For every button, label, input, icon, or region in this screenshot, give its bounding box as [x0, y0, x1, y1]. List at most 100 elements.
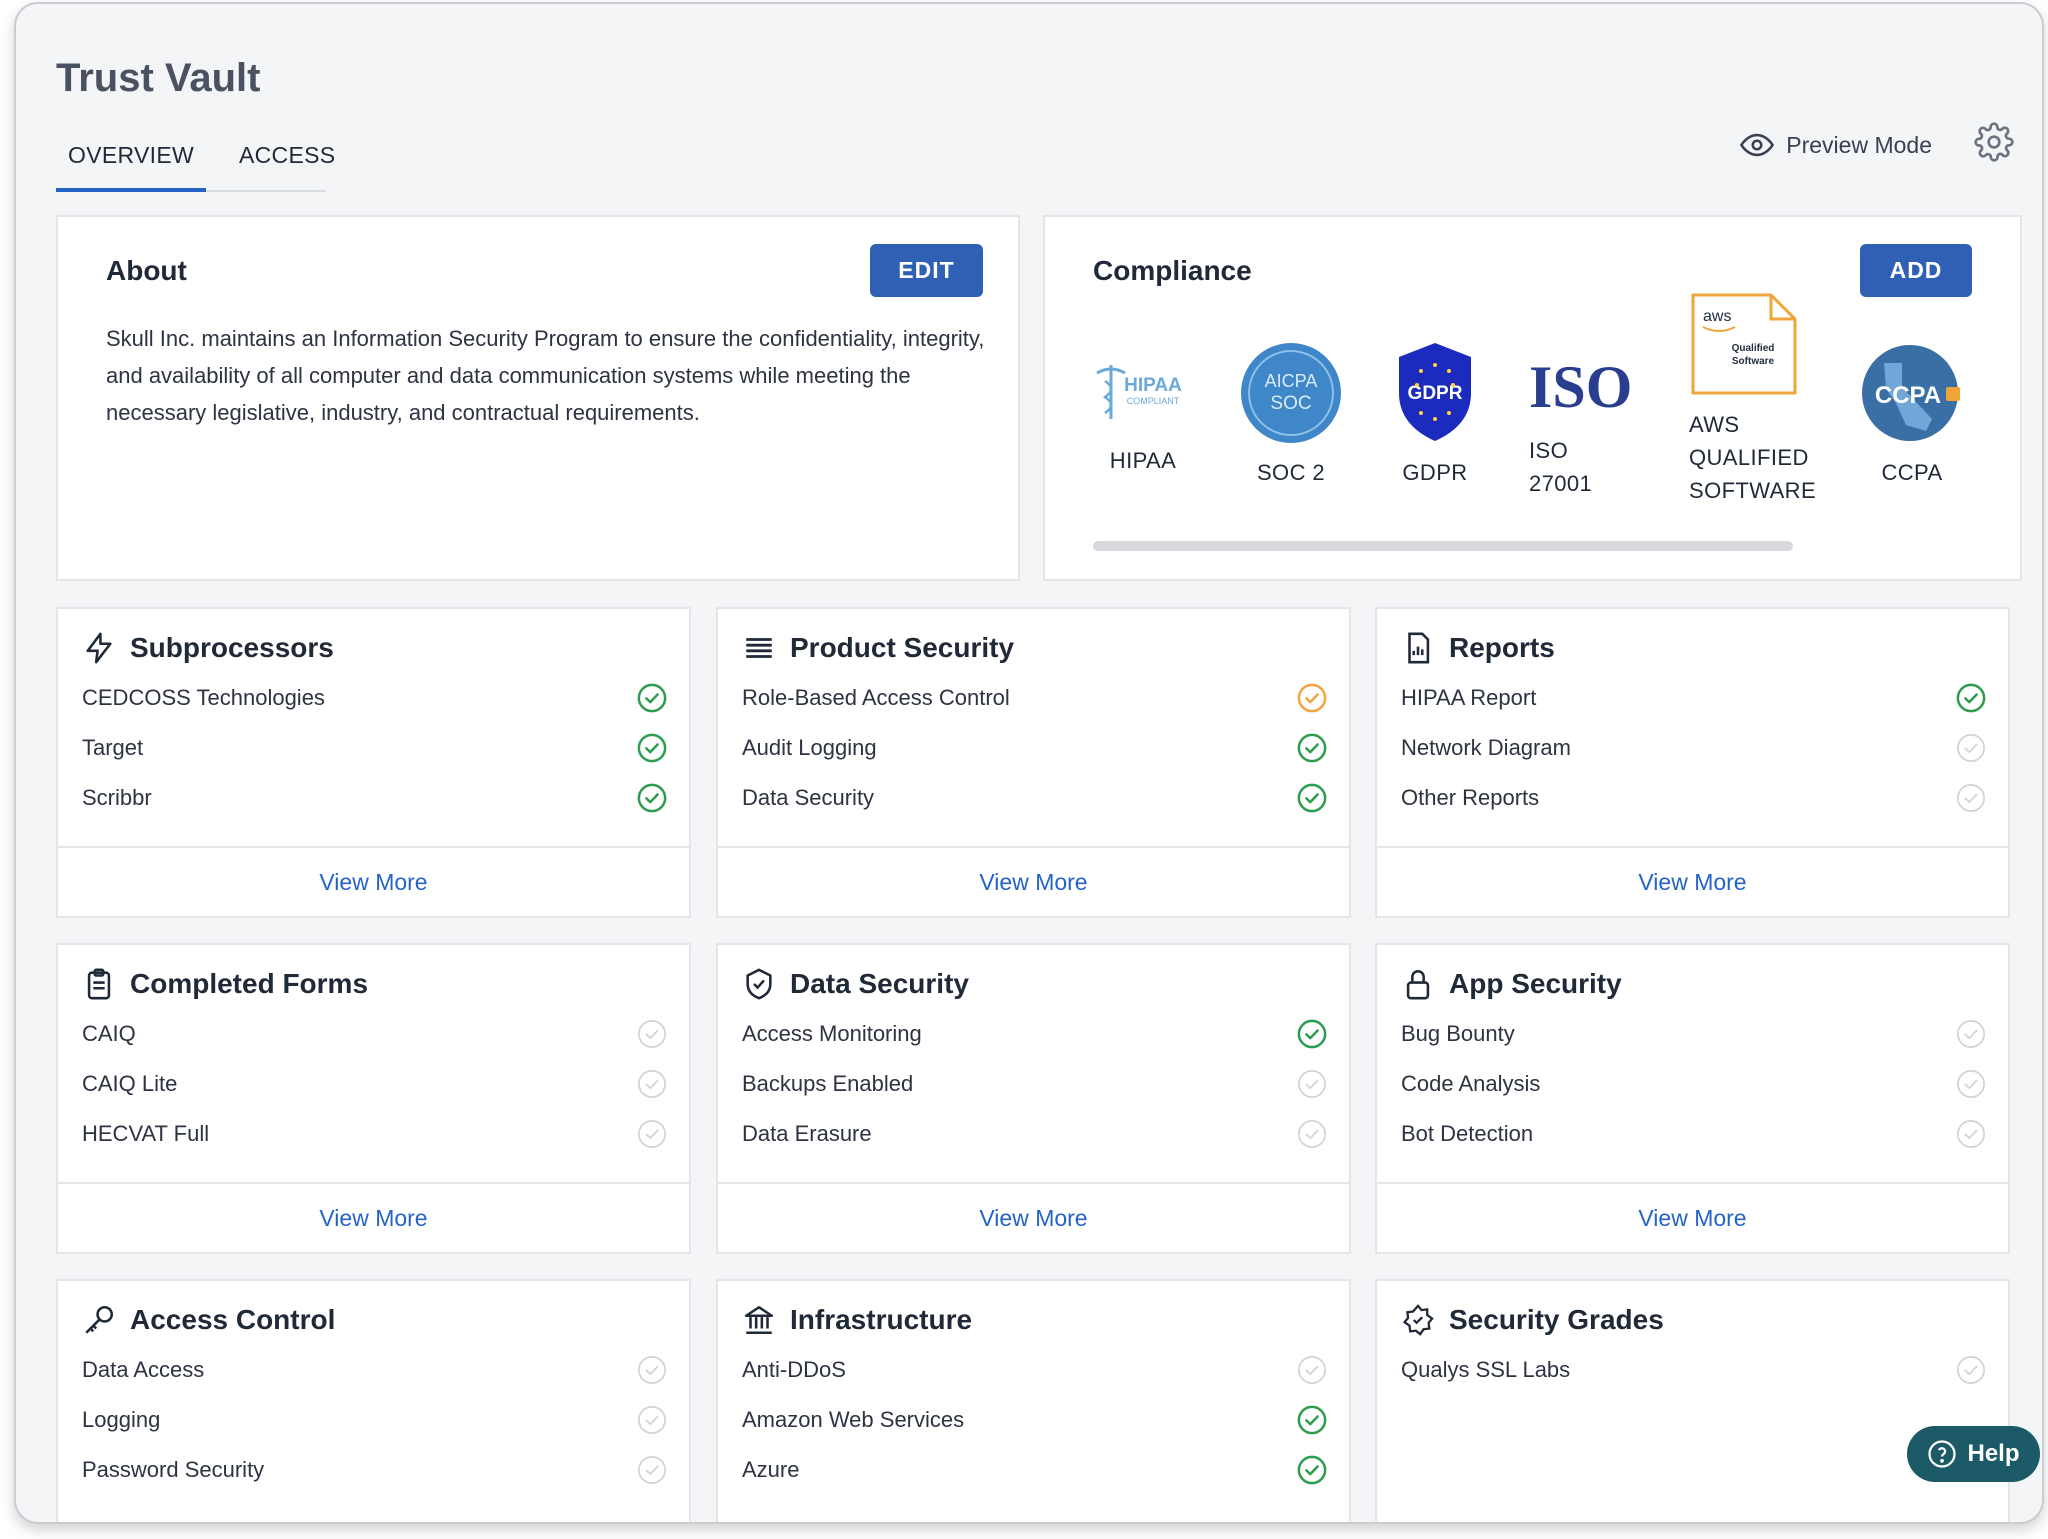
list-item[interactable]: Logging — [82, 1400, 667, 1440]
list-item[interactable]: Data Access — [82, 1350, 667, 1390]
edit-button[interactable]: EDIT — [870, 244, 983, 297]
status-check-icon — [638, 1456, 666, 1484]
list-item-label: Bot Detection — [1401, 1121, 1534, 1146]
section-header: Infrastructure — [742, 1303, 972, 1337]
section-card-infrastructure: Infrastructure Anti-DDoS Amazon Web Servic… — [716, 1279, 1351, 1522]
tab-access[interactable]: ACCESS — [239, 142, 335, 169]
status-check-icon — [638, 1356, 666, 1384]
clipboard-icon — [87, 968, 111, 1000]
trust-vault-window: Trust Vault OVERVIEW ACCESS Preview Mode… — [14, 2, 2044, 1524]
list-item-label: CAIQ Lite — [82, 1071, 178, 1096]
list-item-label: Data Security — [742, 785, 875, 810]
view-more-link[interactable]: View More — [979, 1205, 1087, 1232]
section-footer: View More — [58, 1182, 689, 1252]
list-item[interactable]: Network Diagram — [1401, 728, 1986, 768]
section-title: Data Security — [790, 968, 969, 999]
badge-label: CCPA — [1881, 460, 1943, 485]
report-icon — [1408, 632, 1430, 664]
help-button[interactable]: Help — [1907, 1426, 2040, 1482]
badge-aws[interactable]: aws Qualified Software AWS QUALIFIED SOF… — [1689, 291, 1829, 507]
view-more-link[interactable]: View More — [319, 869, 427, 896]
badge-label: HIPAA — [1109, 448, 1177, 473]
list-item[interactable]: Amazon Web Services — [742, 1400, 1327, 1440]
svg-text:ISO: ISO — [1529, 354, 1632, 417]
list-item[interactable]: Data Security — [742, 778, 1327, 818]
gdpr-shield-logo: GDPR — [1399, 343, 1471, 441]
list-item[interactable]: Code Analysis — [1401, 1064, 1986, 1104]
list-item[interactable]: CAIQ — [82, 1014, 667, 1054]
list-item-label: Amazon Web Services — [742, 1407, 965, 1432]
status-check-icon — [638, 1070, 666, 1098]
status-check-icon — [1298, 1356, 1326, 1384]
list-item[interactable]: Qualys SSL Labs — [1401, 1350, 1986, 1390]
list-item[interactable]: Target — [82, 728, 667, 768]
badges-scrollbar[interactable] — [1093, 541, 1793, 551]
list-item[interactable]: Role-Based Access Control — [742, 678, 1327, 718]
badge-label: GDPR — [1402, 460, 1468, 485]
badge-label: AWS QUALIFIED SOFTWARE — [1689, 412, 1817, 503]
add-button[interactable]: ADD — [1860, 244, 1972, 297]
preview-mode-toggle[interactable]: Preview Mode — [1740, 128, 1932, 162]
list-item[interactable]: Other Reports — [1401, 778, 1986, 818]
list-item[interactable]: Audit Logging — [742, 728, 1327, 768]
section-title: Infrastructure — [790, 1304, 973, 1335]
list-item[interactable]: Data Erasure — [742, 1114, 1327, 1154]
badge-hipaa[interactable]: HIPAA COMPLIANT HIPAA — [1091, 357, 1195, 477]
status-check-icon — [1956, 683, 1986, 713]
status-check-icon — [1297, 1405, 1327, 1435]
status-check-icon — [638, 1020, 666, 1048]
list-item[interactable]: CAIQ Lite — [82, 1064, 667, 1104]
list-item-label: Network Diagram — [1401, 735, 1571, 760]
gear-icon[interactable] — [1974, 122, 2014, 162]
status-check-icon — [637, 733, 667, 763]
status-check-icon — [1297, 683, 1327, 713]
list-item[interactable]: Anti-DDoS — [742, 1350, 1327, 1390]
list-item[interactable]: HIPAA Report — [1401, 678, 1986, 718]
list-item-label: Azure — [742, 1457, 800, 1482]
section-title: Reports — [1449, 632, 1555, 663]
section-title: Access Control — [130, 1304, 336, 1335]
list-item[interactable]: Backups Enabled — [742, 1064, 1327, 1104]
status-check-icon — [637, 683, 667, 713]
list-item-label: Anti-DDoS — [742, 1357, 846, 1382]
list-item[interactable]: Password Security — [82, 1450, 667, 1490]
help-icon — [1928, 1440, 1957, 1468]
list-item[interactable]: Bug Bounty — [1401, 1014, 1986, 1054]
status-check-icon — [638, 1120, 666, 1148]
compliance-badges: HIPAA COMPLIANT HIPAA AICPA SOC SOC 2 GD… — [1091, 293, 1991, 557]
list-item[interactable]: Azure — [742, 1450, 1327, 1490]
view-more-link[interactable]: View More — [1638, 869, 1746, 896]
section-footer: View More — [718, 846, 1349, 916]
badge-iso[interactable]: ISO ISO 27001 — [1529, 353, 1639, 500]
view-more-link[interactable]: View More — [1638, 1205, 1746, 1232]
tab-bar: OVERVIEW ACCESS — [56, 134, 335, 192]
list-item[interactable]: Scribbr — [82, 778, 667, 818]
list-item[interactable]: HECVAT Full — [82, 1114, 667, 1154]
svg-text:Software: Software — [1732, 356, 1775, 367]
list-item-label: Other Reports — [1401, 785, 1540, 810]
list-item[interactable]: CEDCOSS Technologies — [82, 678, 667, 718]
list-item[interactable]: Access Monitoring — [742, 1014, 1327, 1054]
view-more-link[interactable]: View More — [979, 869, 1087, 896]
list-item-label: Bug Bounty — [1401, 1021, 1515, 1046]
section-header: Subprocessors — [82, 631, 334, 665]
section-header: Security Grades — [1401, 1303, 1664, 1337]
section-card-app-security: App Security Bug Bounty Code Analysis Bot D… — [1375, 943, 2010, 1254]
about-card: About EDIT Skull Inc. maintains an Infor… — [56, 215, 1020, 581]
badge-ccpa[interactable]: CCPA CCPA — [1857, 343, 1967, 489]
list-item-label: Backups Enabled — [742, 1071, 914, 1096]
aws-qualified-logo: aws Qualified Software — [1691, 293, 1797, 395]
list-item-label: CEDCOSS Technologies — [82, 685, 325, 710]
tab-overview[interactable]: OVERVIEW — [56, 142, 206, 192]
status-check-icon — [638, 1406, 666, 1434]
badge-gdpr[interactable]: GDPR GDPR — [1385, 341, 1485, 489]
status-check-icon — [1957, 1070, 1985, 1098]
list-item-label: Target — [82, 735, 144, 760]
badge-soc2[interactable]: AICPA SOC SOC 2 — [1231, 341, 1351, 489]
list-item[interactable]: Bot Detection — [1401, 1114, 1986, 1154]
view-more-link[interactable]: View More — [319, 1205, 427, 1232]
preview-mode-label: Preview Mode — [1786, 131, 1932, 158]
status-check-icon — [1297, 783, 1327, 813]
svg-text:SOC: SOC — [1270, 393, 1311, 414]
lock-icon — [1406, 970, 1430, 1000]
